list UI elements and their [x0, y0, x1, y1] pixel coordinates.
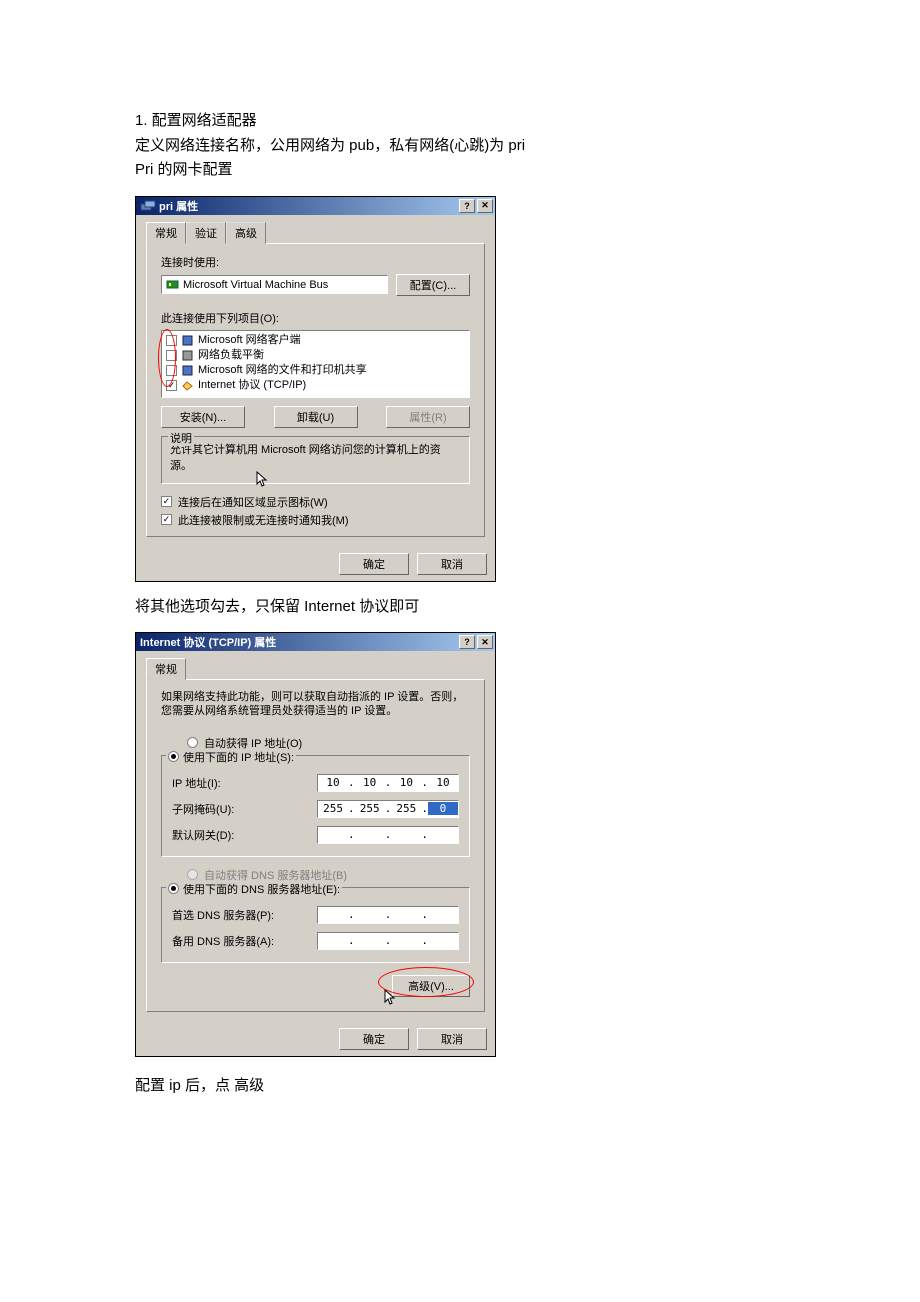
install-button[interactable]: 安装(N)... [161, 406, 245, 428]
tabs: 常规 [146, 657, 485, 679]
checkbox[interactable] [166, 365, 177, 376]
adapter-icon [166, 278, 179, 291]
limited-label: 此连接被限制或无连接时通知我(M) [178, 512, 349, 528]
gateway-label: 默认网关(D): [172, 827, 317, 843]
checkbox[interactable]: ✓ [166, 380, 177, 391]
list-item-label: Microsoft 网络客户端 [198, 333, 301, 348]
this-connection-uses-label: 此连接使用下列项目(O): [161, 310, 470, 326]
cancel-button[interactable]: 取消 [417, 1028, 487, 1050]
client-icon [181, 334, 194, 347]
radio-use-ip[interactable]: 使用下面的 IP 地址(S): [166, 749, 296, 765]
radio[interactable] [168, 883, 179, 894]
tcpip-properties-dialog: Internet 协议 (TCP/IP) 属性 ? ✕ 常规 如果网络支持此功能… [135, 632, 496, 1057]
doc-line-4: 将其他选项勾去，只保留 Internet 协议即可 [135, 596, 785, 619]
checkbox[interactable]: ✓ [161, 496, 172, 507]
gateway-field[interactable]: ... [317, 826, 459, 844]
show-icon-label: 连接后在通知区域显示图标(W) [178, 494, 328, 510]
window-title: pri 属性 [138, 198, 457, 214]
doc-line-1: 1. 配置网络适配器 [135, 110, 785, 133]
configure-button[interactable]: 配置(C)... [396, 274, 470, 296]
connect-using-label: 连接时使用: [161, 254, 470, 270]
tab-general-panel: 如果网络支持此功能，则可以获取自动指派的 IP 设置。否则，您需要从网络系统管理… [146, 679, 485, 1012]
tab-advanced[interactable]: 高级 [226, 222, 266, 244]
preferred-dns-label: 首选 DNS 服务器(P): [172, 907, 317, 923]
radio [187, 869, 198, 880]
titlebar: Internet 协议 (TCP/IP) 属性 ? ✕ [136, 633, 495, 651]
window-title: Internet 协议 (TCP/IP) 属性 [138, 634, 457, 650]
titlebar: pri 属性 ? ✕ [136, 197, 495, 215]
preferred-dns-field[interactable]: ... [317, 906, 459, 924]
limited-notify-checkbox-row[interactable]: ✓ 此连接被限制或无连接时通知我(M) [161, 512, 470, 528]
list-item-label: Internet 协议 (TCP/IP) [198, 378, 306, 393]
close-button[interactable]: ✕ [477, 635, 493, 649]
list-item[interactable]: Microsoft 网络的文件和打印机共享 [166, 363, 465, 378]
ip-address-label: IP 地址(I): [172, 775, 317, 791]
list-item[interactable]: Microsoft 网络客户端 [166, 333, 465, 348]
alternate-dns-label: 备用 DNS 服务器(A): [172, 933, 317, 949]
device-field: Microsoft Virtual Machine Bus [161, 275, 388, 294]
device-name: Microsoft Virtual Machine Bus [183, 279, 328, 291]
info-text: 如果网络支持此功能，则可以获取自动指派的 IP 设置。否则，您需要从网络系统管理… [161, 690, 470, 719]
share-icon [181, 364, 194, 377]
help-button[interactable]: ? [459, 199, 475, 213]
tab-general[interactable]: 常规 [146, 222, 186, 244]
radio-use-dns-label: 使用下面的 DNS 服务器地址(E): [183, 881, 340, 897]
subnet-mask-field[interactable]: 255.255.255.0 [317, 800, 459, 818]
list-item-label: 网络负载平衡 [198, 348, 264, 363]
description-text: 允许其它计算机用 Microsoft 网络访问您的计算机上的资源。 [170, 441, 461, 475]
help-button[interactable]: ? [459, 635, 475, 649]
uninstall-button[interactable]: 卸载(U) [274, 406, 358, 428]
alternate-dns-field[interactable]: ... [317, 932, 459, 950]
doc-line-5: 配置 ip 后，点 高级 [135, 1075, 785, 1098]
show-icon-checkbox-row[interactable]: ✓ 连接后在通知区域显示图标(W) [161, 494, 470, 510]
radio-use-dns[interactable]: 使用下面的 DNS 服务器地址(E): [166, 881, 342, 897]
cancel-button[interactable]: 取消 [417, 553, 487, 575]
radio-use-ip-label: 使用下面的 IP 地址(S): [183, 749, 294, 765]
list-item-label: Microsoft 网络的文件和打印机共享 [198, 363, 367, 378]
list-item[interactable]: ✓ Internet 协议 (TCP/IP) [166, 378, 465, 393]
tab-auth[interactable]: 验证 [186, 222, 226, 244]
advanced-button[interactable]: 高级(V)... [392, 975, 470, 997]
subnet-mask-label: 子网掩码(U): [172, 801, 317, 817]
list-item[interactable]: 网络负载平衡 [166, 348, 465, 363]
close-button[interactable]: ✕ [477, 199, 493, 213]
radio[interactable] [168, 751, 179, 762]
tab-general-panel: 连接时使用: Microsoft Virtual Machine Bus 配置(… [146, 243, 485, 537]
dns-group: 使用下面的 DNS 服务器地址(E): 首选 DNS 服务器(P): ... 备… [161, 887, 470, 963]
components-listbox[interactable]: Microsoft 网络客户端 网络负载平衡 Microsoft 网络的文件和打… [161, 330, 470, 398]
checkbox[interactable] [166, 335, 177, 346]
pri-properties-dialog: pri 属性 ? ✕ 常规 验证 高级 连接时使用: Microsoft Vir… [135, 196, 496, 582]
description-legend: 说明 [168, 430, 194, 446]
ok-button[interactable]: 确定 [339, 1028, 409, 1050]
checkbox[interactable] [166, 350, 177, 361]
doc-line-3: Pri 的网卡配置 [135, 159, 785, 182]
tabs: 常规 验证 高级 [146, 221, 485, 243]
checkbox[interactable]: ✓ [161, 514, 172, 525]
network-icon [140, 200, 156, 212]
ip-group: 使用下面的 IP 地址(S): IP 地址(I): 10.10.10.10 子网… [161, 755, 470, 857]
radio[interactable] [187, 737, 198, 748]
ip-address-field[interactable]: 10.10.10.10 [317, 774, 459, 792]
doc-line-2: 定义网络连接名称，公用网络为 pub，私有网络(心跳)为 pri [135, 135, 785, 158]
properties-button[interactable]: 属性(R) [386, 406, 470, 428]
protocol-icon [181, 379, 194, 392]
ok-button[interactable]: 确定 [339, 553, 409, 575]
tab-general[interactable]: 常规 [146, 658, 186, 680]
service-icon [181, 349, 194, 362]
